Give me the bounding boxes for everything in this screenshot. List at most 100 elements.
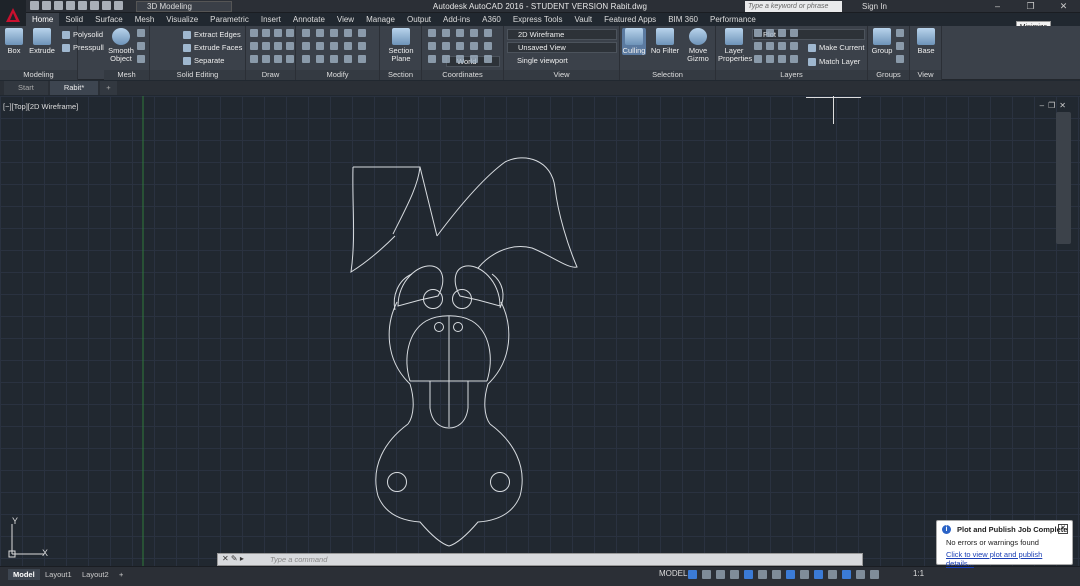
tool-icon[interactable] xyxy=(790,42,798,50)
file-tab-rabit[interactable]: Rabit* xyxy=(49,81,99,95)
box-button[interactable]: Box xyxy=(3,28,25,55)
tool-icon[interactable] xyxy=(316,29,324,37)
tool-icon[interactable] xyxy=(330,42,338,50)
viewport-config-dropdown[interactable]: Single viewport xyxy=(507,56,577,67)
tool-icon[interactable] xyxy=(137,42,145,50)
ribbon-tab-solid[interactable]: Solid xyxy=(59,13,89,26)
base-button[interactable]: Base xyxy=(914,28,938,55)
ribbon-tab-home[interactable]: Home xyxy=(26,13,60,26)
tool-icon[interactable] xyxy=(250,42,258,50)
tool-icon[interactable] xyxy=(456,55,464,63)
layout-tab-layout2[interactable]: Layout2 xyxy=(77,569,114,580)
model-space-button[interactable]: MODEL xyxy=(659,569,687,578)
tool-icon[interactable] xyxy=(330,55,338,63)
restore-icon[interactable]: ❐ xyxy=(1014,0,1047,13)
polysolid-button[interactable]: Polysolid xyxy=(62,30,103,39)
ribbon-tab-express-tools[interactable]: Express Tools xyxy=(507,13,569,26)
tool-icon[interactable] xyxy=(428,55,436,63)
tool-icon[interactable] xyxy=(302,42,310,50)
dynamic-ucs-icon[interactable] xyxy=(842,570,851,579)
tool-icon[interactable] xyxy=(274,55,282,63)
tool-icon[interactable] xyxy=(754,42,762,50)
tool-icon[interactable] xyxy=(790,29,798,37)
named-view-dropdown[interactable]: Unsaved View xyxy=(507,42,617,53)
panel-label-draw[interactable]: Draw xyxy=(246,70,295,80)
print-icon[interactable] xyxy=(90,1,99,10)
tool-icon[interactable] xyxy=(896,42,904,50)
panel-label-layers[interactable]: Layers xyxy=(716,70,867,80)
web-icon[interactable] xyxy=(78,1,87,10)
tool-icon[interactable] xyxy=(896,29,904,37)
visual-style-dropdown[interactable]: 2D Wireframe xyxy=(507,29,617,40)
ribbon-tab-output[interactable]: Output xyxy=(401,13,437,26)
extract-edges-button[interactable]: Extract Edges xyxy=(183,30,241,39)
command-close-icon[interactable]: ✕ ✎ ▸ xyxy=(222,554,244,563)
tool-icon[interactable] xyxy=(766,29,774,37)
minimize-icon[interactable]: – xyxy=(981,0,1014,13)
tool-icon[interactable] xyxy=(790,55,798,63)
tool-icon[interactable] xyxy=(456,42,464,50)
viewport-controls[interactable]: –❐✕ xyxy=(1040,101,1070,110)
transparency-icon[interactable] xyxy=(800,570,809,579)
panel-label-selection[interactable]: Selection xyxy=(620,70,715,80)
new-tab-button[interactable]: + xyxy=(100,81,117,95)
ribbon-tab-performance[interactable]: Performance xyxy=(704,13,762,26)
ribbon-tab-featured-apps[interactable]: Featured Apps xyxy=(598,13,662,26)
tool-icon[interactable] xyxy=(456,29,464,37)
tool-icon[interactable] xyxy=(484,29,492,37)
tool-icon[interactable] xyxy=(302,29,310,37)
tool-icon[interactable] xyxy=(137,55,145,63)
tool-icon[interactable] xyxy=(274,29,282,37)
redo-icon[interactable] xyxy=(114,1,123,10)
ribbon-tab-annotate[interactable]: Annotate xyxy=(287,13,331,26)
tool-icon[interactable] xyxy=(344,55,352,63)
ribbon-tab-bim-360[interactable]: BIM 360 xyxy=(662,13,704,26)
tool-icon[interactable] xyxy=(470,55,478,63)
tool-icon[interactable] xyxy=(442,55,450,63)
tool-icon[interactable] xyxy=(428,42,436,50)
panel-label-coordinates[interactable]: Coordinates xyxy=(422,70,503,80)
tool-icon[interactable] xyxy=(316,55,324,63)
make-current-button[interactable]: Make Current xyxy=(808,43,864,52)
annotation-scale[interactable]: 1:1 xyxy=(913,569,924,578)
ribbon-tab-surface[interactable]: Surface xyxy=(89,13,129,26)
lineweight-icon[interactable] xyxy=(786,570,795,579)
notification-close-icon[interactable]: ✕ xyxy=(1058,524,1068,534)
ribbon-tab-visualize[interactable]: Visualize xyxy=(160,13,204,26)
ribbon-tab-view[interactable]: View xyxy=(331,13,360,26)
tool-icon[interactable] xyxy=(358,42,366,50)
tool-icon[interactable] xyxy=(344,42,352,50)
layer-properties-button[interactable]: Layer Properties xyxy=(718,28,752,63)
match-layer-button[interactable]: Match Layer xyxy=(808,57,860,66)
tool-icon[interactable] xyxy=(302,55,310,63)
tool-icon[interactable] xyxy=(778,42,786,50)
save-icon[interactable] xyxy=(54,1,63,10)
new-icon[interactable] xyxy=(30,1,39,10)
navigation-bar[interactable] xyxy=(1056,112,1071,244)
tool-icon[interactable] xyxy=(344,29,352,37)
tool-icon[interactable] xyxy=(428,29,436,37)
tool-icon[interactable] xyxy=(778,29,786,37)
tool-icon[interactable] xyxy=(330,29,338,37)
layout-tab-model[interactable]: Model xyxy=(8,569,40,580)
command-input[interactable]: Type a command xyxy=(217,553,863,566)
annotation-visibility-icon[interactable] xyxy=(856,570,865,579)
panel-label-groups[interactable]: Groups xyxy=(868,70,909,80)
selection-cycling-icon[interactable] xyxy=(814,570,823,579)
tool-icon[interactable] xyxy=(358,55,366,63)
snap-toggle-icon[interactable] xyxy=(702,570,711,579)
close-icon[interactable]: ✕ xyxy=(1047,0,1080,13)
workspace-dropdown[interactable]: 3D Modeling xyxy=(136,1,232,12)
save-as-icon[interactable] xyxy=(66,1,75,10)
tool-icon[interactable] xyxy=(766,55,774,63)
tool-icon[interactable] xyxy=(286,29,294,37)
ribbon-tab-insert[interactable]: Insert xyxy=(255,13,287,26)
tool-icon[interactable] xyxy=(250,29,258,37)
tool-icon[interactable] xyxy=(274,42,282,50)
no-filter-button[interactable]: No Filter xyxy=(649,28,681,55)
move-gizmo-button[interactable]: Move Gizmo xyxy=(684,28,712,63)
notification-details-link[interactable]: Click to view plot and publish details..… xyxy=(946,550,1072,568)
layout-tab-layout1[interactable]: Layout1 xyxy=(40,569,77,580)
polar-toggle-icon[interactable] xyxy=(730,570,739,579)
section-plane-button[interactable]: Section Plane xyxy=(385,28,417,63)
